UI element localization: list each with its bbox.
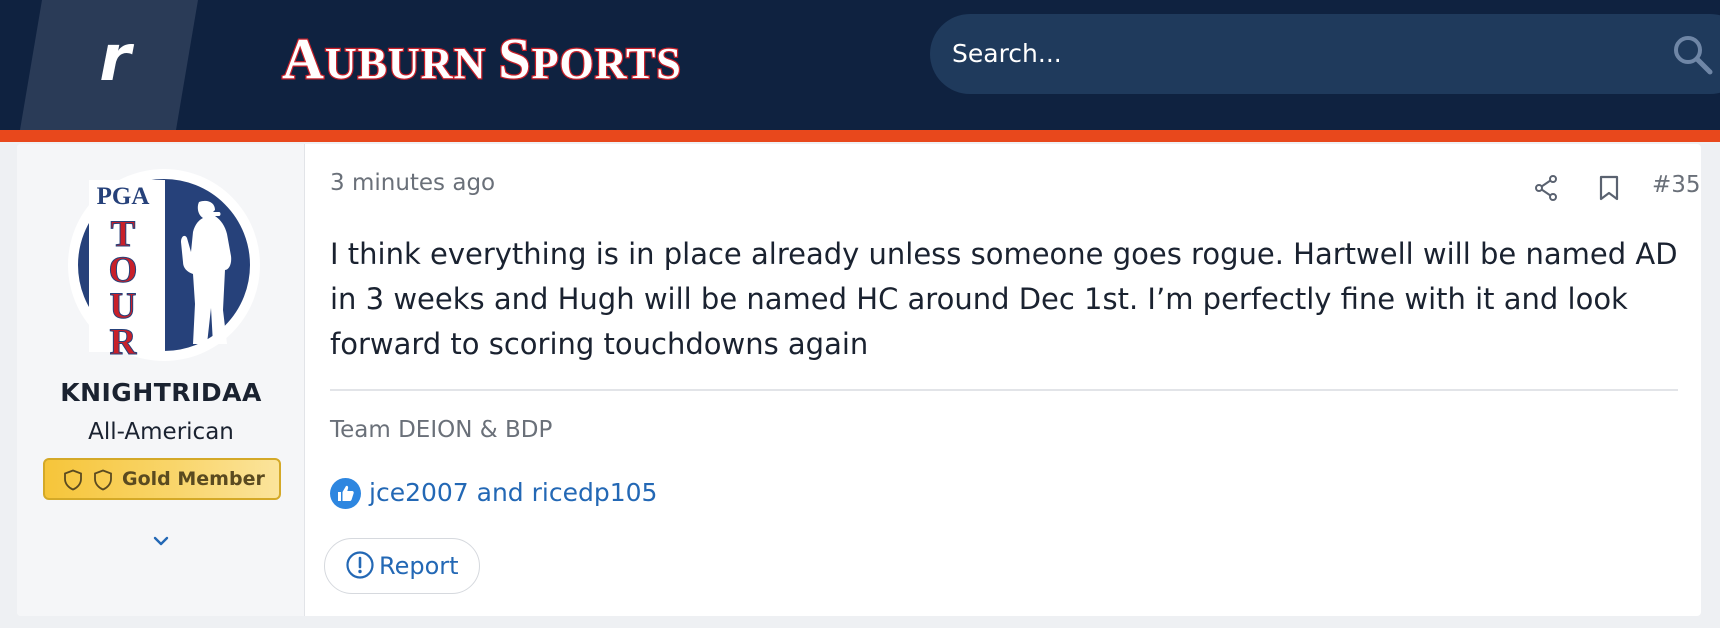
svg-text:O: O [109, 250, 138, 291]
header-accent-bar [0, 130, 1720, 142]
post-body: 3 minutes ago #35 I think everything is … [324, 144, 1701, 616]
badge-label: Gold Member [122, 468, 265, 490]
forum-post: PGA T O U R KNIGHTRIDAA All-American Gol… [17, 144, 1701, 616]
svg-text:U: U [110, 286, 137, 327]
share-icon[interactable] [1533, 174, 1559, 202]
report-label: Report [379, 552, 459, 580]
username[interactable]: KNIGHTRIDAA [17, 378, 305, 407]
shield-icon [94, 469, 112, 491]
report-button[interactable]: Report [324, 538, 480, 594]
svg-text:AUBURN SPORTS: AUBURN SPORTS [282, 26, 682, 86]
post-author-panel: PGA T O U R KNIGHTRIDAA All-American Gol… [17, 144, 305, 616]
exclamation-circle-icon [346, 551, 374, 579]
search-box[interactable] [930, 14, 1720, 94]
thumbs-up-icon [330, 478, 361, 509]
user-title: All-American [88, 419, 234, 445]
shield-icon [64, 469, 82, 491]
rivals-logo[interactable]: r [80, 14, 150, 104]
bookmark-icon[interactable] [1598, 175, 1620, 201]
post-number-link[interactable]: #35 [1652, 172, 1701, 198]
site-logo[interactable]: AUBURN SPORTS [278, 24, 733, 86]
membership-badge: Gold Member [43, 458, 281, 500]
svg-text:PGA: PGA [97, 183, 150, 210]
search-input[interactable] [952, 14, 1592, 94]
svg-text:T: T [111, 214, 136, 255]
post-content: I think everything is in place already u… [330, 237, 1678, 361]
chevron-down-icon[interactable] [151, 534, 171, 548]
signature-divider [330, 389, 1678, 391]
site-header: r AUBURN SPORTS [0, 0, 1720, 130]
svg-text:R: R [110, 322, 138, 362]
avatar[interactable]: PGA T O U R [67, 168, 261, 362]
user-signature: Team DEION & BDP [330, 417, 553, 443]
post-timestamp[interactable]: 3 minutes ago [330, 170, 495, 196]
search-icon[interactable] [1670, 32, 1714, 76]
reaction-users-link[interactable]: jce2007 and ricedp105 [369, 476, 657, 510]
